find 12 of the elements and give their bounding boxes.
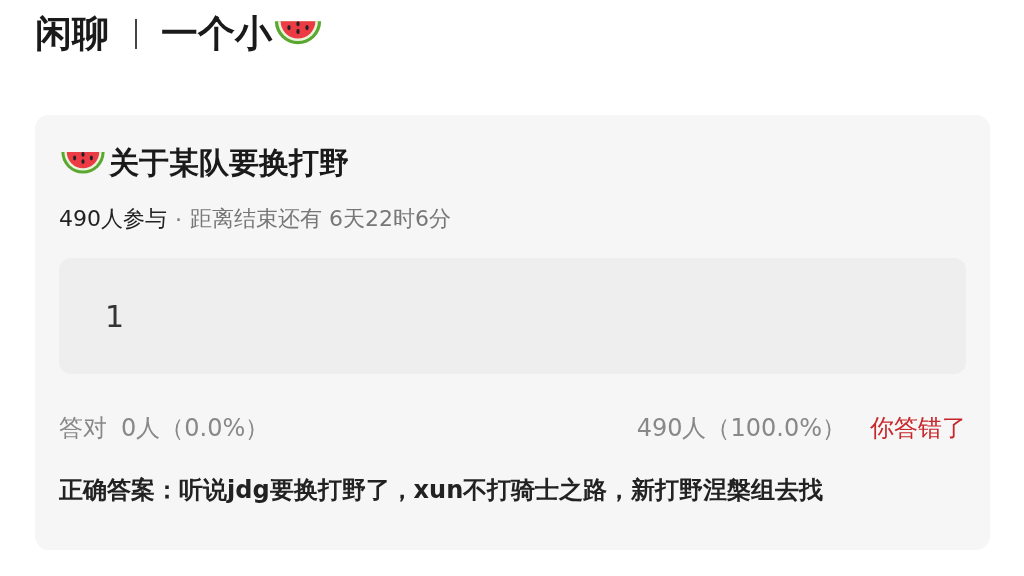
result-text: 你答错了 [870, 413, 966, 444]
channel-title: 闲聊 [35, 11, 109, 57]
correct-count: 0人（0.0%） [121, 413, 270, 444]
page-title: 一个小 [161, 11, 272, 57]
correct-answer: 正确答案：听说jdg要换打野了，xun不打骑士之路，新打野涅槃组去找 [59, 475, 825, 506]
poll-title: 关于某队要换打野 [109, 144, 349, 182]
correct-label: 答对 [59, 413, 107, 444]
wrong-count: 490人（100.0%） [636, 413, 846, 444]
deadline-text: 距离结束还有 6天22时6分 [190, 205, 451, 233]
participant-count: 490人参与 [59, 205, 167, 233]
answer-option[interactable]: 1 [59, 258, 966, 374]
separator-dot: · [175, 206, 182, 232]
